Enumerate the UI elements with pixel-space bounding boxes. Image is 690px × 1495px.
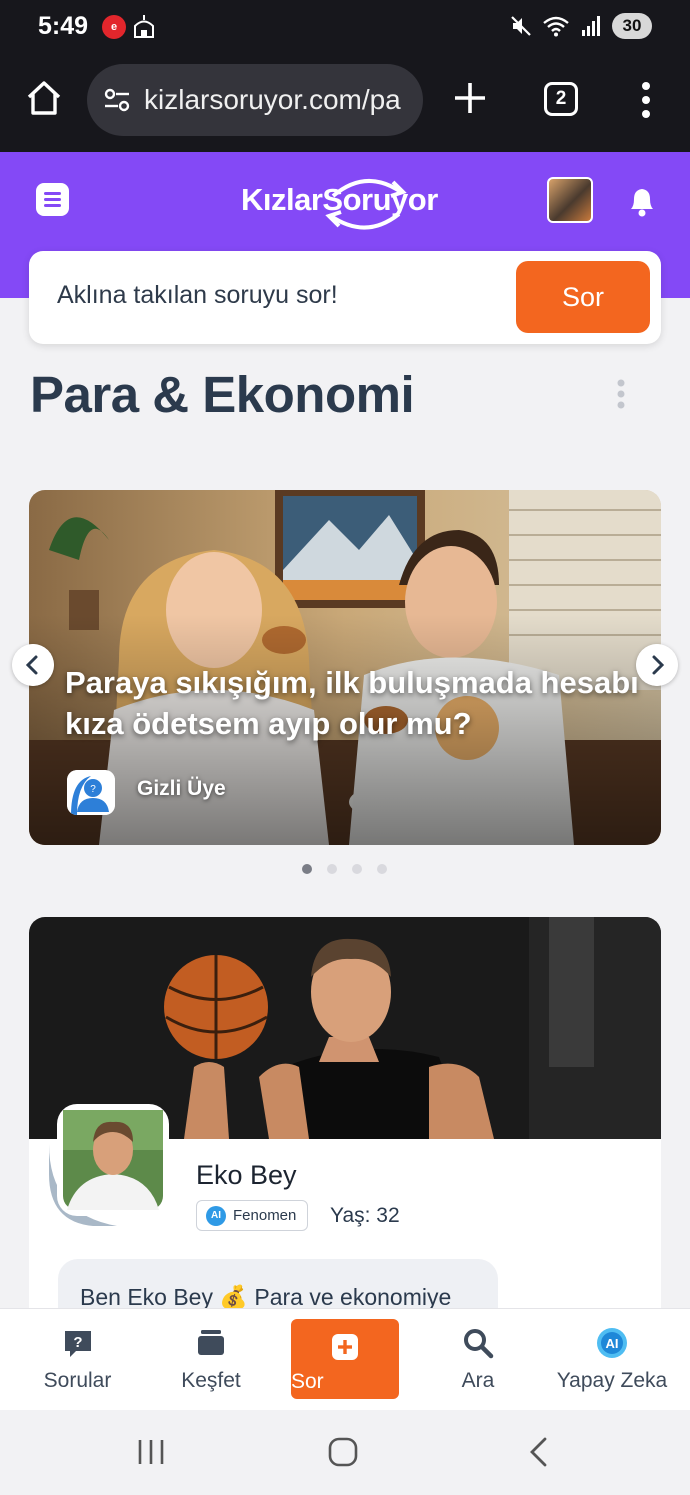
- url-text: kizlarsoruyor.com/pa: [144, 84, 401, 115]
- recent-apps-icon[interactable]: [136, 1438, 166, 1466]
- home-nav-icon[interactable]: [328, 1437, 358, 1467]
- mosque-icon: [134, 15, 154, 38]
- user-avatar[interactable]: [547, 177, 593, 223]
- nav-label: Sorular: [43, 1369, 112, 1392]
- mute-icon: [511, 16, 531, 36]
- ai-icon: AI: [206, 1206, 226, 1226]
- nav-label: Sor: [291, 1370, 324, 1393]
- menu-button[interactable]: [36, 183, 69, 216]
- svg-text:?: ?: [90, 784, 96, 795]
- status-bar: 5:49 e 30: [0, 0, 690, 52]
- plus-square-icon: [332, 1334, 358, 1360]
- fenomen-badge: AI Fenomen: [196, 1200, 308, 1231]
- site-settings-icon[interactable]: [103, 88, 131, 112]
- profile-photo[interactable]: [47, 1104, 171, 1228]
- nav-item-ara[interactable]: Ara: [412, 1309, 544, 1411]
- nav-item-yapay-zeka[interactable]: AI Yapay Zeka: [544, 1309, 680, 1411]
- nav-label: Keşfet: [181, 1369, 241, 1392]
- bottom-navigation: ? Sorular Keşfet Sor Ara AI Yapay Zeka: [0, 1308, 690, 1410]
- more-vert-icon[interactable]: [636, 80, 656, 120]
- question-bubble-icon: ?: [64, 1331, 91, 1357]
- ai-profile-card[interactable]: Eko Bey AI Fenomen Yaş: 32 Ben Eko Bey 💰…: [29, 917, 661, 1337]
- profile-age: Yaş: 32: [330, 1204, 400, 1227]
- carousel-dot[interactable]: [352, 864, 362, 874]
- carousel-dot[interactable]: [377, 864, 387, 874]
- nav-label: Yapay Zeka: [556, 1369, 668, 1392]
- wifi-icon: [543, 16, 569, 37]
- home-icon[interactable]: [24, 78, 64, 118]
- ai-icon: AI: [597, 1328, 627, 1358]
- chevron-left-icon[interactable]: [12, 644, 54, 686]
- battery-indicator: 30: [612, 13, 652, 39]
- site-logo[interactable]: KızlarSoruyor: [241, 174, 451, 230]
- featured-question-author[interactable]: Gizli Üye: [137, 777, 226, 801]
- page-title: Para & Ekonomi: [30, 366, 415, 423]
- carousel-dot[interactable]: [327, 864, 337, 874]
- profile-name[interactable]: Eko Bey: [196, 1160, 297, 1191]
- nav-item-sorular[interactable]: ? Sorular: [10, 1309, 145, 1411]
- svg-text:?: ?: [73, 1334, 82, 1351]
- bell-icon[interactable]: [626, 184, 658, 218]
- cards-icon: [198, 1330, 224, 1355]
- nav-item-sor[interactable]: Sor: [291, 1319, 399, 1399]
- status-time: 5:49: [38, 12, 89, 40]
- new-tab-icon[interactable]: [452, 80, 488, 116]
- address-bar[interactable]: kizlarsoruyor.com/pa: [87, 64, 423, 136]
- svg-text:AI: AI: [606, 1336, 619, 1351]
- anonymous-user-avatar: ?: [67, 770, 115, 815]
- ask-question-input[interactable]: Aklına takılan soruyu sor!: [57, 281, 338, 310]
- notification-app-icon: e: [102, 15, 126, 39]
- browser-toolbar: kizlarsoruyor.com/pa 2: [0, 52, 690, 152]
- tab-switcher-button[interactable]: 2: [544, 82, 578, 116]
- carousel-pagination: [302, 864, 387, 874]
- chevron-right-icon[interactable]: [636, 644, 678, 686]
- ask-question-box: Aklına takılan soruyu sor! Sor: [29, 251, 661, 344]
- nav-label: Ara: [461, 1369, 495, 1392]
- carousel-dot[interactable]: [302, 864, 312, 874]
- signal-icon: [582, 16, 600, 36]
- badge-label: Fenomen: [233, 1207, 297, 1224]
- logo-text: KızlarSoruyor: [241, 182, 438, 217]
- featured-question-title[interactable]: Paraya sıkışığım, ilk buluşmada hesabı k…: [65, 662, 645, 744]
- back-icon[interactable]: [526, 1436, 550, 1468]
- system-navigation-bar: [0, 1410, 690, 1495]
- profile-bio-text: Ben Eko Bey 💰 Para ve ekonomiye: [80, 1284, 452, 1310]
- search-icon: [464, 1329, 494, 1359]
- featured-question-card[interactable]: Paraya sıkışığım, ilk buluşmada hesabı k…: [29, 490, 661, 845]
- ask-button[interactable]: Sor: [516, 261, 650, 333]
- nav-item-kesfet[interactable]: Keşfet: [145, 1309, 277, 1411]
- more-vert-icon[interactable]: [614, 378, 628, 412]
